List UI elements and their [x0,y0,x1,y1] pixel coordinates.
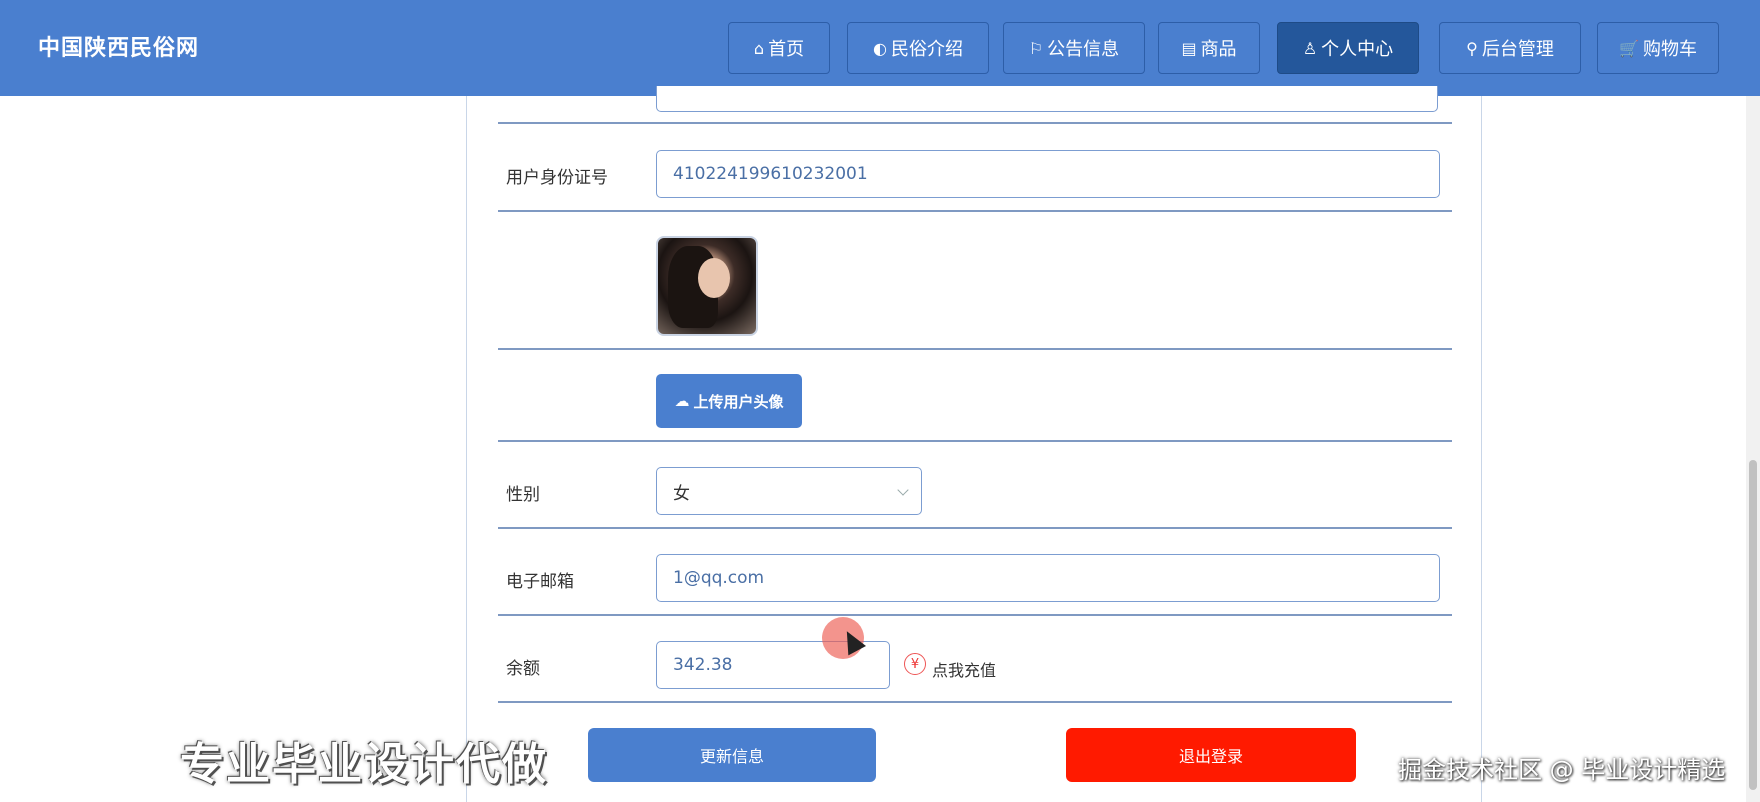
user-avatar-image [656,236,758,336]
nav-products[interactable]: ▤ 商品 [1158,22,1260,74]
email-label: 电子邮箱 [506,572,574,592]
gender-select[interactable]: 女 [656,467,922,515]
watermark-left: 专业毕业设计代做 [180,739,548,790]
row-divider [498,614,1452,616]
row-divider [498,122,1452,124]
balance-label: 余额 [506,659,540,679]
upload-avatar-button[interactable]: ☁ 上传用户头像 [656,374,802,428]
id-number-input[interactable]: 410224199610232001 [656,150,1440,198]
email-input[interactable]: 1@qq.com [656,554,1440,602]
nav-products-label: 商品 [1200,39,1237,60]
nav-personal-center[interactable]: ♙ 个人中心 [1277,22,1419,74]
palette-icon: ◐ [873,38,887,58]
user-icon: ♙ [1302,38,1318,58]
nav-folk-intro[interactable]: ◐ 民俗介绍 [847,22,989,74]
row-divider [498,348,1452,350]
profile-form-panel [466,96,1482,802]
home-icon: ⌂ [753,38,765,58]
nav-folk-intro-label: 民俗介绍 [890,39,963,60]
chevron-down-icon [897,484,909,496]
gender-selected-value: 女 [673,483,690,504]
row-divider [498,701,1452,703]
update-info-button[interactable]: 更新信息 [588,728,876,782]
recharge-link[interactable]: 点我充值 [932,657,996,681]
nav-announcements[interactable]: ⚐ 公告信息 [1003,22,1145,74]
nav-home[interactable]: ⌂ 首页 [728,22,830,74]
flag-icon: ⚐ [1028,38,1044,58]
top-nav-bar: 中国陕西民俗网 ⌂ 首页 ◐ 民俗介绍 ⚐ 公告信息 ▤ 商品 ♙ 个人中心 ⚲… [0,0,1760,96]
cloud-upload-icon: ☁ [674,392,690,410]
id-number-label: 用户身份证号 [506,168,608,188]
previous-field-cutoff[interactable] [656,86,1438,112]
cart-icon: 🛒 [1619,38,1639,58]
nav-admin[interactable]: ⚲ 后台管理 [1439,22,1581,74]
logout-button[interactable]: 退出登录 [1066,728,1356,782]
avatar-face [698,258,730,298]
row-divider [498,440,1452,442]
gender-label: 性别 [506,485,540,505]
watermark-right: 掘金技术社区 @ 毕业设计精选 [1398,756,1726,784]
upload-avatar-label: 上传用户头像 [693,392,784,411]
nav-cart-label: 购物车 [1642,39,1697,60]
scrollbar-thumb[interactable] [1749,460,1757,790]
nav-cart[interactable]: 🛒 购物车 [1597,22,1719,74]
nav-personal-center-label: 个人中心 [1321,39,1394,60]
nav-home-label: 首页 [768,39,805,60]
nav-admin-label: 后台管理 [1481,39,1554,60]
calendar-icon: ▤ [1181,38,1197,58]
site-brand[interactable]: 中国陕西民俗网 [38,30,199,62]
row-divider [498,210,1452,212]
nav-announcements-label: 公告信息 [1047,39,1120,60]
row-divider [498,527,1452,529]
link-icon: ⚲ [1466,38,1478,58]
yen-icon: ¥ [904,653,926,675]
